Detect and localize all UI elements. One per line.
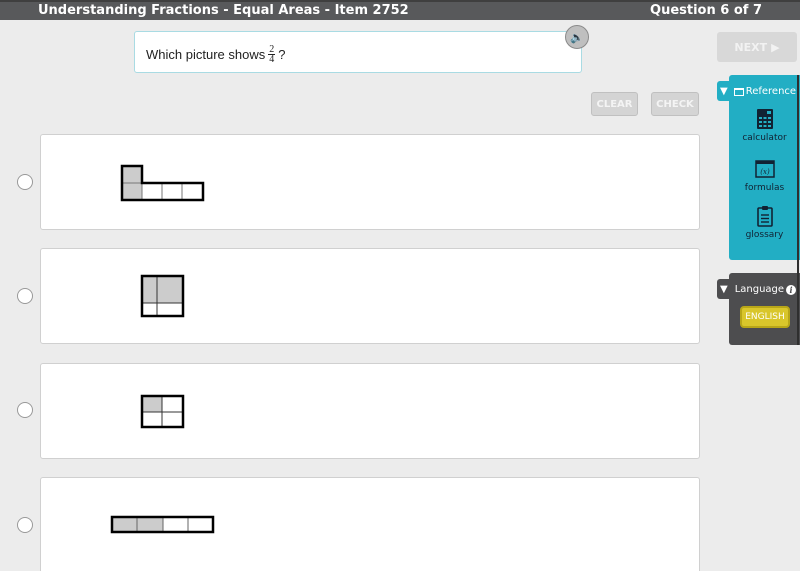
question-text: Which picture shows bbox=[146, 47, 266, 62]
answer-option-a[interactable] bbox=[40, 134, 700, 230]
title-bar: Understanding Fractions - Equal Areas - … bbox=[0, 0, 800, 20]
side-scrollbar[interactable] bbox=[797, 75, 799, 345]
formula-icon: (x) bbox=[754, 160, 775, 178]
shaded-cell bbox=[157, 276, 183, 303]
next-button[interactable]: NEXT ▶ bbox=[717, 32, 797, 62]
triangle-down-icon: ▼ bbox=[720, 86, 728, 97]
speaker-icon: 🔈 bbox=[570, 30, 584, 44]
question-prompt: Which picture shows 2 4 ? bbox=[134, 31, 582, 73]
formulas-label: formulas bbox=[744, 183, 785, 193]
unshaded-cell bbox=[142, 303, 183, 316]
formulas-tool[interactable]: (x) formulas bbox=[729, 158, 800, 193]
unshaded-cell bbox=[161, 182, 183, 201]
option-d-radio[interactable] bbox=[17, 517, 33, 533]
shaded-cell bbox=[142, 276, 157, 303]
question-suffix: ? bbox=[278, 47, 286, 62]
unshaded-cell bbox=[163, 517, 188, 532]
option-c-radio[interactable] bbox=[17, 402, 33, 418]
shaded-cell bbox=[121, 182, 143, 201]
option-a-radio[interactable] bbox=[17, 174, 33, 190]
shaded-cell bbox=[121, 165, 143, 184]
calculator-label: calculator bbox=[742, 133, 787, 143]
clear-button[interactable]: CLEAR bbox=[591, 92, 638, 116]
unshaded-cell bbox=[188, 517, 213, 532]
fraction-denominator: 4 bbox=[269, 54, 275, 65]
answer-option-c[interactable] bbox=[40, 363, 700, 459]
answer-option-b[interactable] bbox=[40, 248, 700, 344]
fraction: 2 4 bbox=[268, 45, 276, 65]
triangle-down-icon: ▼ bbox=[720, 284, 728, 295]
info-icon[interactable]: i bbox=[786, 284, 797, 295]
calculator-tool[interactable]: calculator bbox=[729, 108, 800, 143]
answer-option-d[interactable] bbox=[40, 477, 700, 571]
language-title: Language bbox=[734, 284, 785, 295]
check-button[interactable]: CHECK bbox=[651, 92, 699, 116]
shaded-cell bbox=[142, 396, 162, 412]
unshaded-cell bbox=[181, 182, 204, 201]
option-b-radio[interactable] bbox=[17, 288, 33, 304]
clipboard-icon bbox=[756, 206, 773, 227]
shaded-cell bbox=[112, 517, 137, 532]
option-a-figure bbox=[120, 164, 205, 202]
option-d-figure bbox=[110, 515, 215, 534]
next-label: NEXT bbox=[734, 40, 768, 54]
unshaded-cell bbox=[142, 412, 162, 427]
glossary-label: glossary bbox=[745, 230, 784, 240]
audio-button[interactable]: 🔈 bbox=[565, 25, 589, 49]
unshaded-cell bbox=[162, 396, 183, 412]
calculator-icon bbox=[756, 109, 773, 129]
play-triangle-icon: ▶ bbox=[771, 40, 780, 54]
option-c-figure bbox=[140, 394, 185, 429]
page-title: Understanding Fractions - Equal Areas - … bbox=[38, 3, 409, 18]
svg-text:(x): (x) bbox=[760, 168, 770, 176]
option-b-figure bbox=[140, 274, 185, 318]
language-header[interactable]: ▼ Language i bbox=[720, 284, 797, 295]
reference-title: Reference bbox=[745, 86, 797, 97]
language-english-button[interactable]: ENGLISH bbox=[740, 306, 790, 328]
glossary-tool[interactable]: glossary bbox=[729, 205, 800, 240]
shaded-cell bbox=[137, 517, 163, 532]
window-icon bbox=[733, 87, 744, 96]
question-progress: Question 6 of 7 bbox=[650, 3, 762, 18]
unshaded-cell bbox=[162, 412, 183, 427]
reference-header[interactable]: ▼ Reference bbox=[720, 86, 796, 97]
unshaded-cell bbox=[141, 182, 163, 201]
